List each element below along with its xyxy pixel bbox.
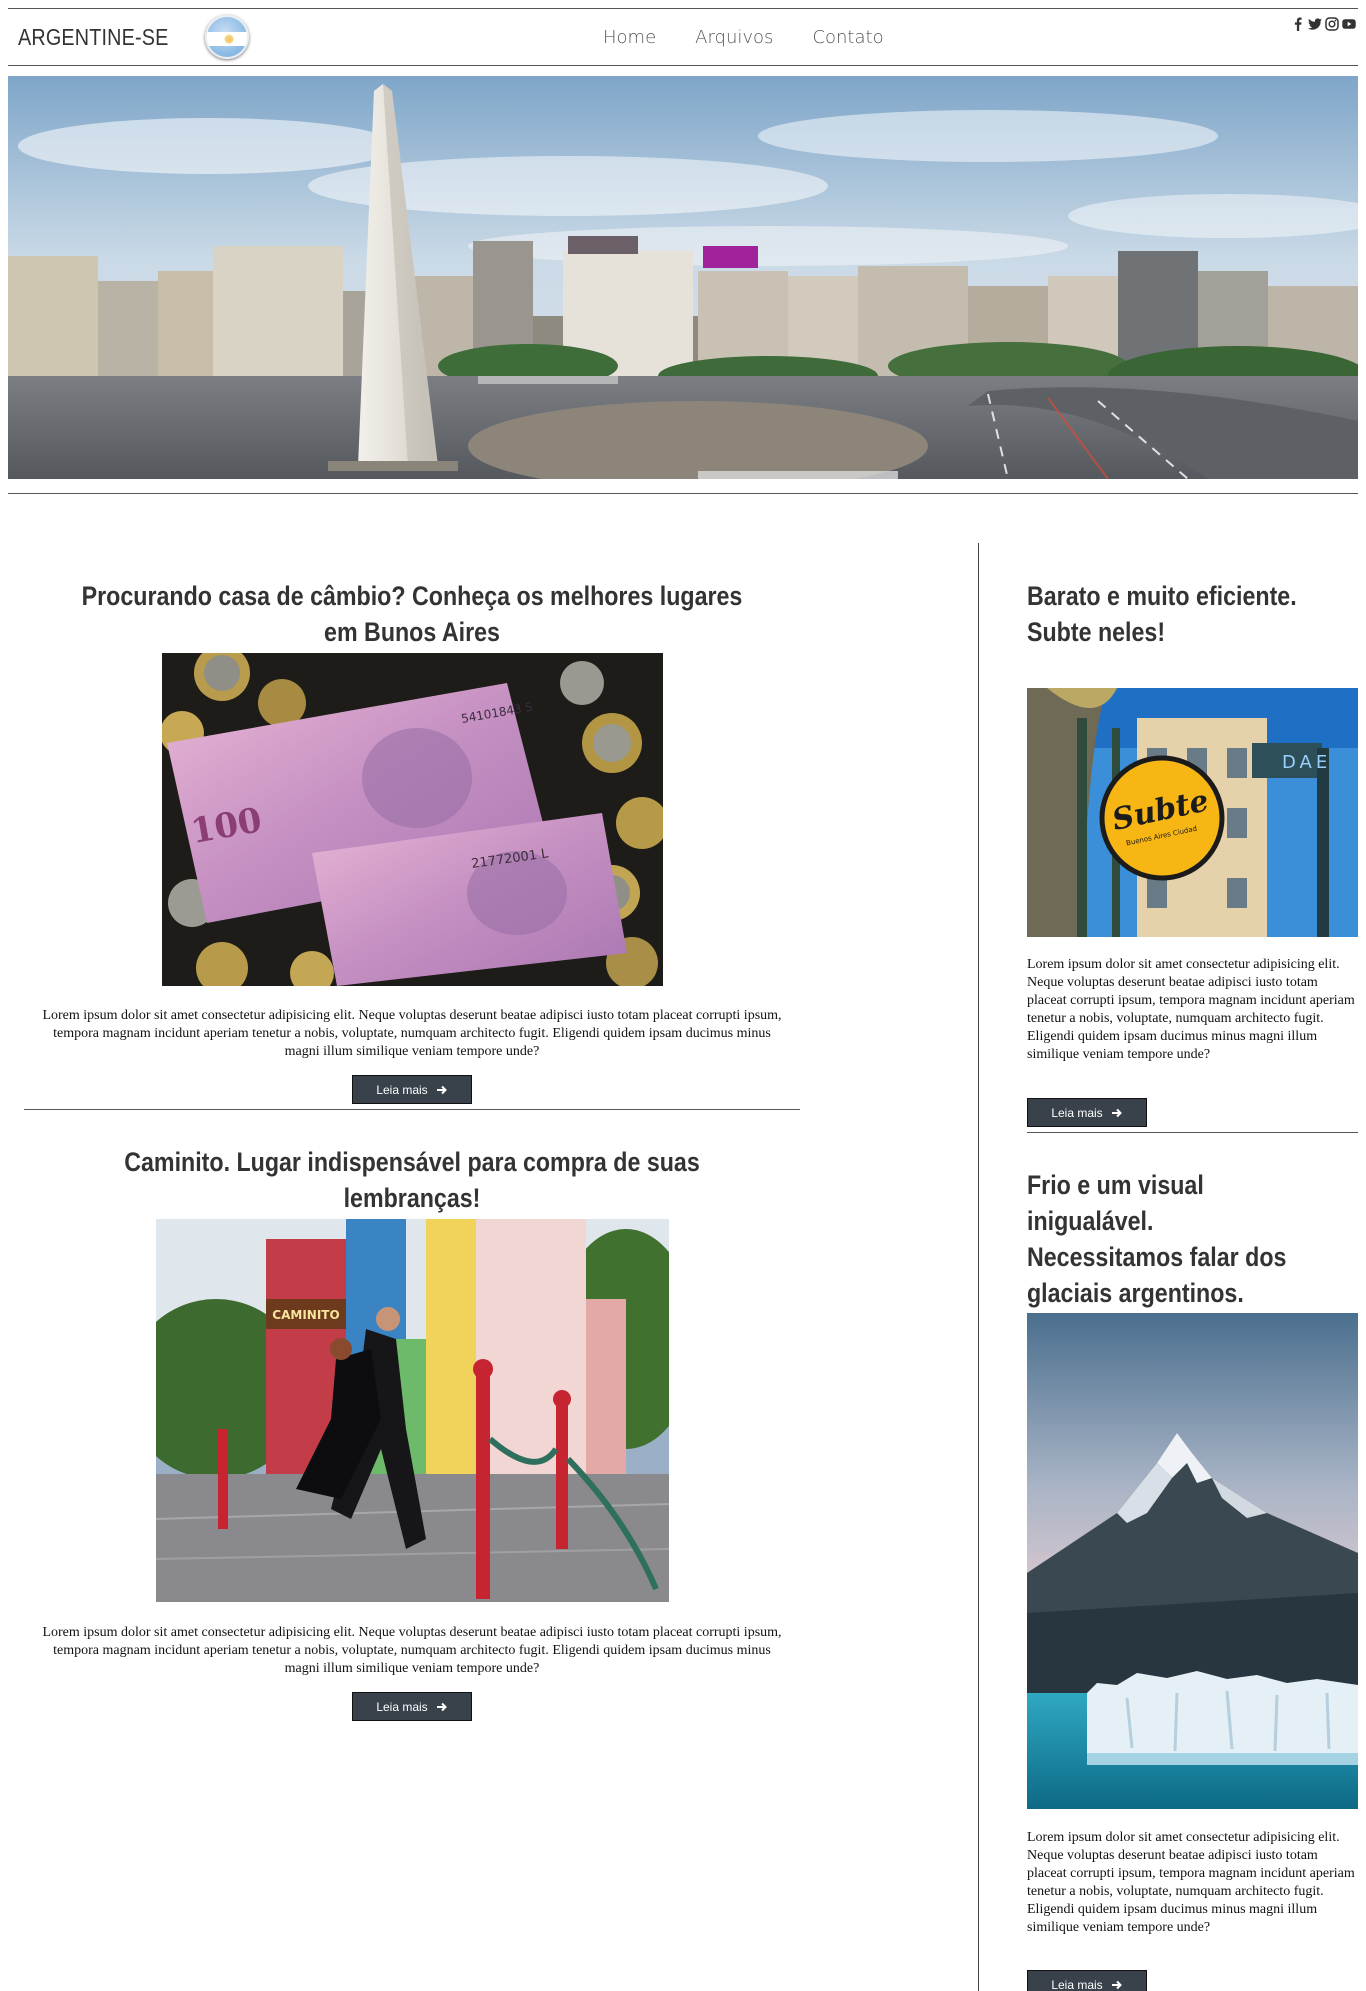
subte-lines-text: DAE (1282, 752, 1331, 773)
site-header: ARGENTINE-SE Home Arquivos Contato (8, 9, 1358, 65)
post-title[interactable]: Procurando casa de câmbio? Conheça os me… (24, 578, 800, 650)
instagram-icon[interactable] (1325, 17, 1339, 31)
hero-bottom-rule (8, 493, 1358, 494)
sidebar-post-excerpt: Lorem ipsum dolor sit amet consectetur a… (1027, 1830, 1355, 1935)
sidebar-image-glacier[interactable] (1027, 1313, 1358, 1809)
post-divider (24, 1109, 800, 1110)
arrow-right-icon (436, 1702, 447, 1711)
read-more-label: Leia mais (1051, 1977, 1103, 1991)
caminito-sign-text: CAMINITO (272, 1308, 339, 1322)
sidebar-post-title[interactable]: Frio e um visual inigualável. Necessitam… (1027, 1167, 1349, 1311)
nav-home-link[interactable]: Home (603, 27, 656, 48)
read-more-button[interactable]: Leia mais (352, 1075, 472, 1104)
read-more-button[interactable]: Leia mais (1027, 1098, 1147, 1127)
youtube-icon[interactable] (1342, 17, 1356, 31)
sidebar-image-subte[interactable]: Subte Buenos Aires Ciudad DAE (1027, 688, 1358, 937)
read-more-button[interactable]: Leia mais (352, 1692, 472, 1721)
read-more-label: Leia mais (376, 1082, 428, 1097)
nav-contato-link[interactable]: Contato (812, 27, 883, 48)
facebook-icon[interactable] (1291, 17, 1305, 31)
post-title[interactable]: Caminito. Lugar indispensável para compr… (24, 1144, 800, 1216)
post-excerpt: Lorem ipsum dolor sit amet consectetur a… (42, 1625, 782, 1676)
sidebar-post-excerpt: Lorem ipsum dolor sit amet consectetur a… (1027, 957, 1355, 1062)
read-more-button[interactable]: Leia mais (1027, 1970, 1147, 1991)
post-image-caminito[interactable]: CAMINITO (156, 1219, 669, 1602)
header-bottom-rule (8, 65, 1358, 66)
arrow-right-icon (1111, 1108, 1122, 1117)
sidebar-post-title[interactable]: Barato e muito eficiente. Subte neles! (1027, 578, 1349, 650)
argentina-flag-icon (204, 15, 249, 59)
sidebar-divider (1027, 1132, 1358, 1133)
arrow-right-icon (436, 1085, 447, 1094)
social-links (1291, 17, 1356, 31)
hero-image (8, 76, 1358, 479)
read-more-label: Leia mais (1051, 1105, 1103, 1120)
column-separator (978, 543, 979, 1991)
brand-name: ARGENTINE-SE (18, 23, 169, 50)
nav-arquivos-link[interactable]: Arquivos (695, 27, 773, 48)
arrow-right-icon (1111, 1980, 1122, 1989)
read-more-label: Leia mais (376, 1699, 428, 1714)
brand[interactable]: ARGENTINE-SE (18, 9, 249, 65)
post-image-currency[interactable]: 100 54101843 S 21772001 L (162, 653, 663, 986)
post-excerpt: Lorem ipsum dolor sit amet consectetur a… (42, 1008, 782, 1059)
main-nav: Home Arquivos Contato (603, 9, 884, 65)
twitter-icon[interactable] (1308, 17, 1322, 31)
